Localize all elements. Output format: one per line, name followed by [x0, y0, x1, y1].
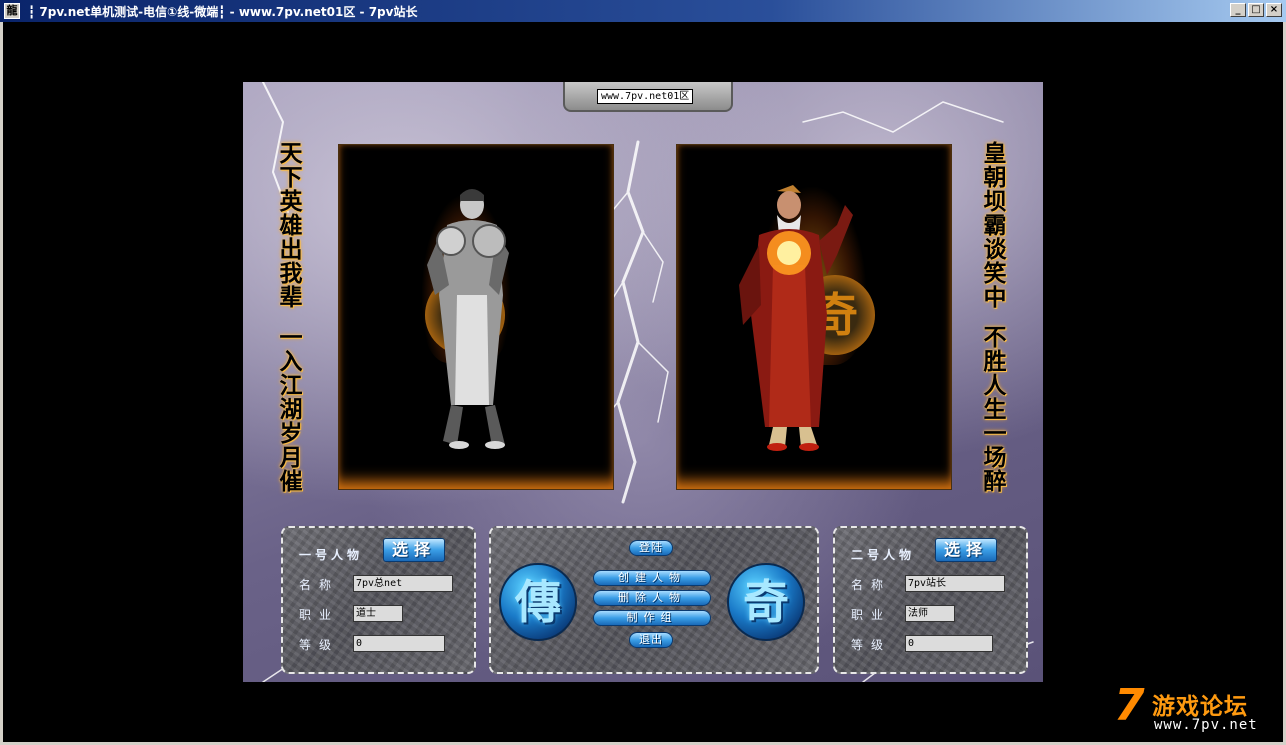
- poem-char: 辈: [279, 285, 303, 311]
- poem-char: 湖: [279, 397, 303, 423]
- poem-left: 天 下 英 雄 出 我 辈 一 入 江 湖 岁 月 催: [276, 142, 306, 494]
- slot-1-title: 一号人物: [299, 548, 364, 562]
- character-preview-1[interactable]: 传: [338, 144, 614, 490]
- class-label: 职业: [851, 608, 892, 622]
- poem-char: 月: [279, 445, 303, 471]
- poem-char: 一: [983, 421, 1007, 447]
- main-menu-panel: 傳 奇 登陆 创建人物 删除人物 制作组 退出: [489, 526, 819, 674]
- window-titlebar[interactable]: 龍 ┇ 7pv.net单机测试-电信①线-微端┇ - www.7pv.net01…: [0, 0, 1286, 22]
- poem-char: 中: [983, 285, 1007, 311]
- character-slot-1-panel: 一号人物 选择 名称 7pv总net 职业 道士 等级 0: [281, 526, 476, 674]
- login-button[interactable]: 登陆: [629, 540, 673, 556]
- poem-char: 醉: [983, 469, 1007, 495]
- server-tab: www.7pv.net01区: [563, 82, 733, 112]
- character-2-name-field: 7pv站长: [905, 575, 1005, 592]
- poem-char: 雄: [279, 213, 303, 239]
- poem-char: 入: [279, 349, 303, 375]
- name-label: 名称: [851, 578, 892, 592]
- level-label: 等级: [299, 638, 340, 652]
- poem-char: 谈: [983, 237, 1007, 263]
- poem-char: 胜: [983, 349, 1007, 375]
- poem-char: 人: [983, 373, 1007, 399]
- select-character-1-button[interactable]: 选择: [383, 538, 445, 562]
- site-watermark-logo: 7 游戏论坛 www.7pv.net: [1114, 683, 1274, 739]
- qi-glyph-icon: 奇: [727, 563, 805, 641]
- character-1-class-field: 道士: [353, 605, 403, 622]
- poem-char: 笑: [983, 261, 1007, 287]
- credits-button[interactable]: 制作组: [593, 610, 711, 626]
- character-2-class-field: 法师: [905, 605, 955, 622]
- character-select-screen: www.7pv.net01区 天 下 英 雄 出 我 辈 一 入 江 湖 岁 月…: [243, 82, 1043, 682]
- app-icon: 龍: [4, 3, 20, 19]
- character-preview-2[interactable]: 奇: [676, 144, 952, 490]
- minimize-button[interactable]: _: [1230, 3, 1246, 17]
- poem-char: 江: [279, 373, 303, 399]
- poem-char: 下: [279, 165, 303, 191]
- taoist-character-figure: [427, 189, 509, 449]
- window-title: ┇ 7pv.net单机测试-电信①线-微端┇ - www.7pv.net01区 …: [28, 4, 418, 19]
- poem-char: 我: [279, 261, 303, 287]
- window-controls: _ □ ×: [1230, 3, 1282, 17]
- poem-char: 生: [983, 397, 1007, 423]
- poem-char: 一: [279, 325, 303, 351]
- watermark-title: 游戏论坛: [1152, 694, 1248, 720]
- name-label: 名称: [299, 578, 340, 592]
- create-character-button[interactable]: 创建人物: [593, 570, 711, 586]
- poem-char: 坝: [983, 189, 1007, 215]
- poem-char: 场: [983, 445, 1007, 471]
- poem-char: 岁: [279, 421, 303, 447]
- watermark-seven: 7: [1114, 680, 1145, 731]
- level-label: 等级: [851, 638, 892, 652]
- poem-char: 英: [279, 189, 303, 215]
- poem-char: 催: [279, 469, 303, 495]
- window-frame-left: [0, 22, 3, 745]
- poem-char: 天: [279, 141, 303, 167]
- character-1-level-field: 0: [353, 635, 445, 652]
- delete-character-button[interactable]: 删除人物: [593, 590, 711, 606]
- poem-char: 朝: [983, 165, 1007, 191]
- poem-char: 出: [279, 237, 303, 263]
- slot-2-title: 二号人物: [851, 548, 916, 562]
- close-button[interactable]: ×: [1266, 3, 1282, 17]
- class-label: 职业: [299, 608, 340, 622]
- watermark-url: www.7pv.net: [1154, 717, 1258, 733]
- wizard-character-figure: [739, 185, 853, 451]
- exit-button[interactable]: 退出: [629, 632, 673, 648]
- poem-gap: [276, 310, 306, 326]
- poem-gap: [980, 310, 1010, 326]
- server-name: www.7pv.net01区: [597, 89, 694, 104]
- character-2-level-field: 0: [905, 635, 993, 652]
- select-character-2-button[interactable]: 选择: [935, 538, 997, 562]
- character-1-name-field: 7pv总net: [353, 575, 453, 592]
- poem-char: 霸: [983, 213, 1007, 239]
- character-slot-2-panel: 二号人物 选择 名称 7pv站长 职业 法师 等级 0: [833, 526, 1028, 674]
- poem-char: 不: [983, 325, 1007, 351]
- maximize-button[interactable]: □: [1248, 3, 1264, 17]
- poem-char: 皇: [983, 141, 1007, 167]
- poem-right: 皇 朝 坝 霸 谈 笑 中 不 胜 人 生 一 场 醉: [980, 142, 1010, 494]
- chuan-glyph-icon: 傳: [499, 563, 577, 641]
